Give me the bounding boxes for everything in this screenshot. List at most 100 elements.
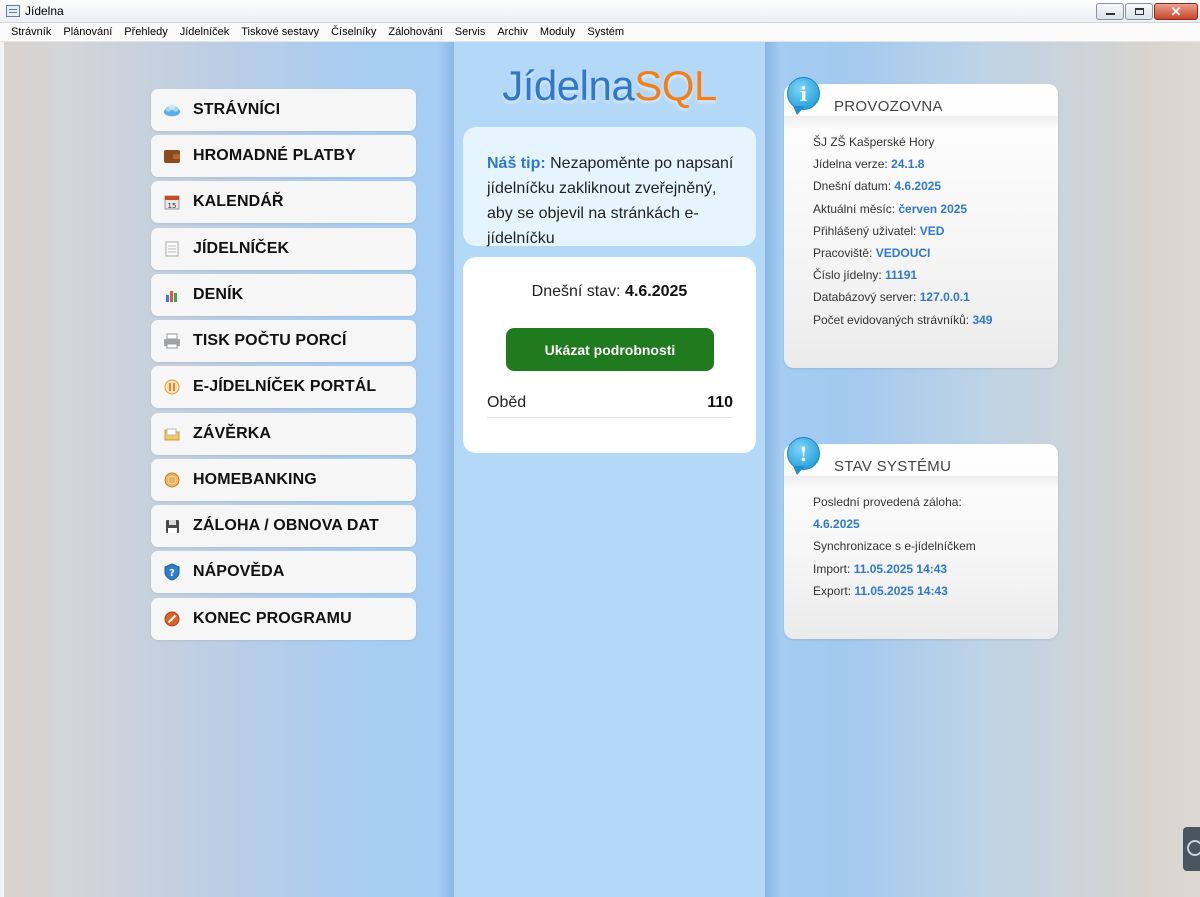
sync-label: Synchronizace s e-jídelníčkem <box>813 539 976 554</box>
maximize-button[interactable] <box>1125 3 1153 20</box>
svg-text:15: 15 <box>168 202 177 210</box>
menu-stravnik[interactable]: Strávník <box>5 26 57 38</box>
logo-part-sql: SQL <box>634 62 717 109</box>
folder-icon <box>163 425 181 443</box>
menu-moduly[interactable]: Moduly <box>534 26 581 38</box>
info-row: Číslo jídelny: 11191 <box>813 268 918 283</box>
info-row: Databázový server: 127.0.0.1 <box>813 290 970 305</box>
close-button[interactable]: ✕ <box>1154 3 1198 20</box>
menu-system[interactable]: Systém <box>581 26 630 38</box>
info-row: Jídelna verze: 24.1.8 <box>813 157 925 172</box>
meal-count: 110 <box>707 394 733 411</box>
title-bar: Jídelna ✕ <box>0 0 1200 23</box>
window-title: Jídelna <box>25 4 64 18</box>
warning-icon: ! <box>787 437 820 475</box>
minimize-button[interactable] <box>1096 3 1124 20</box>
nav-label: HROMADNÉ PLATBY <box>193 147 356 164</box>
side-panel-tab[interactable] <box>1183 827 1200 871</box>
status-label: Dnešní stav: <box>531 283 621 300</box>
info-row: Pracoviště: VEDOUCI <box>813 245 931 260</box>
nav-label: ZÁLOHA / OBNOVA DAT <box>193 517 379 534</box>
menu-tiskove-sestavy[interactable]: Tiskové sestavy <box>235 26 325 38</box>
show-details-button[interactable]: Ukázat podrobnosti <box>506 328 714 371</box>
nav-jidelnicek-button[interactable]: JÍDELNÍČEK <box>151 228 416 270</box>
status-line: Dnešní stav: 4.6.2025 <box>463 283 756 301</box>
nav-konec-programu-button[interactable]: KONEC PROGRAMU <box>151 598 416 640</box>
nav-zaloha-obnova-dat-button[interactable]: ZÁLOHA / OBNOVA DAT <box>151 505 416 547</box>
meal-row: Oběd 110 <box>487 394 733 418</box>
nav-label: KONEC PROGRAMU <box>193 610 352 627</box>
nav-denik-button[interactable]: DENÍK <box>151 274 416 316</box>
document-icon <box>163 240 181 258</box>
system-status-title: STAV SYSTÉMU <box>834 458 952 475</box>
provozovna-name: ŠJ ZŠ Kašperské Hory <box>813 135 935 149</box>
nav-tisk-poctu-porci-button[interactable]: TISK POČTU PORCÍ <box>151 320 416 362</box>
wallet-icon <box>163 147 181 165</box>
chart-icon <box>163 286 181 304</box>
menu-archiv[interactable]: Archiv <box>491 26 534 38</box>
nav-zaverka-button[interactable]: ZÁVĚRKA <box>151 413 416 455</box>
calendar-icon: 15 <box>163 193 181 211</box>
exit-icon <box>163 610 181 628</box>
import-row: Import: 11.05.2025 14:43 <box>813 561 948 576</box>
nav-label: DENÍK <box>193 286 244 303</box>
nav-label: TISK POČTU PORCÍ <box>193 332 347 349</box>
menu-ciselniky[interactable]: Číselníky <box>325 26 382 38</box>
status-card: Dnešní stav: 4.6.2025 Ukázat podrobnosti… <box>463 257 756 453</box>
nav-label: KALENDÁŘ <box>193 193 284 210</box>
menu-servis[interactable]: Servis <box>449 26 492 38</box>
system-status-info: Poslední provedená záloha: 4.6.2025 Sync… <box>813 491 976 602</box>
nav-label: HOMEBANKING <box>193 471 317 488</box>
close-icon: ✕ <box>1170 3 1182 19</box>
nav-label: E-JÍDELNÍČEK PORTÁL <box>193 378 377 395</box>
printer-icon <box>163 332 181 350</box>
window-controls: ✕ <box>1096 3 1198 20</box>
menu-jidelnicek[interactable]: Jídelníček <box>174 26 236 38</box>
center-shadow-right <box>765 42 781 897</box>
help-shield-icon: ? <box>163 563 181 581</box>
system-status-card: ! STAV SYSTÉMU Poslední provedená záloha… <box>784 437 1058 639</box>
nav-kalendar-button[interactable]: 15 KALENDÁŘ <box>151 181 416 223</box>
meal-name: Oběd <box>487 394 527 411</box>
menu-zalohovani[interactable]: Zálohování <box>382 26 448 38</box>
menu-prehledy[interactable]: Přehledy <box>118 26 173 38</box>
info-row: Počet evidovaných strávníků: 349 <box>813 312 993 327</box>
nav-hromadne-platby-button[interactable]: HROMADNÉ PLATBY <box>151 135 416 177</box>
card-divider <box>784 476 1058 490</box>
nav-homebanking-button[interactable]: HOMEBANKING <box>151 459 416 501</box>
tip-heading: Náš tip: <box>487 155 546 172</box>
minimize-icon <box>1105 13 1115 15</box>
tip-card: Náš tip: Nezapoměnte po napsaní jídelníč… <box>463 127 756 247</box>
coin-icon <box>163 471 181 489</box>
provozovna-title: PROVOZOVNA <box>834 98 943 115</box>
status-date: 4.6.2025 <box>625 283 688 300</box>
info-row: Dnešní datum: 4.6.2025 <box>813 179 942 194</box>
nav-label: NÁPOVĚDA <box>193 563 285 580</box>
nav-e-jidelnicek-portal-button[interactable]: E-JÍDELNÍČEK PORTÁL <box>151 366 416 408</box>
nav-label: ZÁVĚRKA <box>193 425 272 442</box>
center-shadow-left <box>438 42 454 897</box>
menu-planovani[interactable]: Plánování <box>57 26 118 38</box>
provozovna-card: i PROVOZOVNA ŠJ ZŠ Kašperské Hory Jídeln… <box>784 77 1058 368</box>
nav-napoveda-button[interactable]: ? NÁPOVĚDA <box>151 551 416 593</box>
info-row: Aktuální měsíc: červen 2025 <box>813 201 968 216</box>
info-row: Přihlášený uživatel: VED <box>813 223 945 238</box>
export-row: Export: 11.05.2025 14:43 <box>813 583 948 598</box>
backup-label: Poslední provedená záloha: <box>813 495 962 509</box>
nav-stravnici-button[interactable]: STRÁVNÍCI <box>151 89 416 131</box>
app-window-icon <box>6 5 20 17</box>
logo-part-jidelna: Jídelna <box>502 62 635 109</box>
maximize-icon <box>1134 8 1144 15</box>
nav-label: JÍDELNÍČEK <box>193 240 290 257</box>
cutlery-icon <box>163 378 181 396</box>
info-icon: i <box>787 77 820 115</box>
app-logo: JídelnaSQL <box>454 62 765 110</box>
svg-text:?: ? <box>169 568 175 579</box>
card-divider <box>784 116 1058 130</box>
menu-bar: Strávník Plánování Přehledy Jídelníček T… <box>0 23 1200 42</box>
people-icon <box>163 101 181 119</box>
floppy-icon <box>163 517 181 535</box>
nav-label: STRÁVNÍCI <box>193 101 281 118</box>
provozovna-info: ŠJ ZŠ Kašperské Hory Jídelna verze: 24.1… <box>813 131 992 331</box>
backup-value: 4.6.2025 <box>813 517 860 532</box>
